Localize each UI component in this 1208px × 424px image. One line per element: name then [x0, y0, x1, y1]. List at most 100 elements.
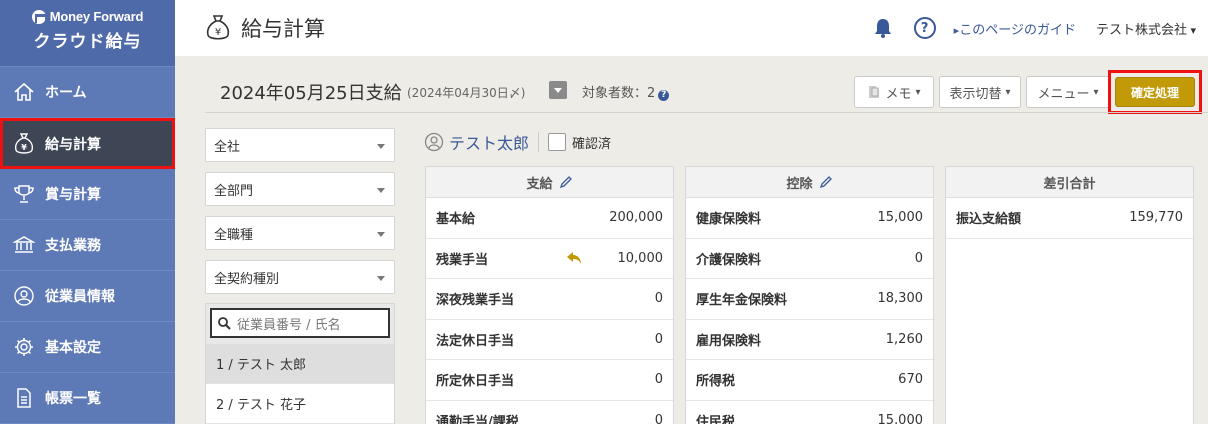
- net-total-table: 差引合計 振込支給額 159,770: [945, 166, 1194, 424]
- deductions-table: 控除 健康保険料 15,000 介護保険料 0 厚生年金保険料 18,300 雇用保険…: [685, 166, 934, 424]
- sidebar-item-payroll[interactable]: ¥ 給与計算: [0, 118, 175, 169]
- target-count-label: 対象者数：2: [582, 86, 656, 101]
- table-row: 法定休日手当 0: [426, 320, 673, 360]
- row-label: 所得税: [696, 374, 736, 390]
- sidebar-item-label: ホーム: [45, 85, 87, 101]
- trophy-icon: [12, 182, 36, 206]
- row-value[interactable]: 200,000: [609, 210, 663, 225]
- row-label: 健康保険料: [696, 212, 762, 228]
- table-row: 雇用保険料 1,260: [686, 320, 933, 360]
- employee-header: テスト太郎 確認済: [424, 130, 611, 154]
- row-value[interactable]: 0: [915, 251, 923, 266]
- row-label: 所定休日手当: [436, 374, 515, 390]
- payday-dropdown-button[interactable]: [549, 81, 567, 99]
- table-row: 通勤手当/課税 0: [426, 401, 673, 424]
- confirmed-checkbox[interactable]: [548, 133, 567, 151]
- row-value[interactable]: 0: [655, 413, 663, 424]
- table-row: 介護保険料 0: [686, 239, 933, 279]
- table-row: 所得税 670: [686, 360, 933, 401]
- money-bag-icon: ¥: [12, 132, 36, 156]
- employee-list-item[interactable]: 1 / テスト 太郎: [206, 344, 394, 384]
- payday-bar: 2024年05月25日支給 (2024年04月30日〆) 対象者数：2? メモ …: [175, 56, 1208, 124]
- table-row: 厚生年金保険料 18,300: [686, 279, 933, 320]
- display-toggle-button[interactable]: 表示切替: [939, 76, 1021, 108]
- row-value[interactable]: 1,260: [886, 332, 923, 347]
- search-icon: [218, 316, 231, 330]
- net-title: 差引合計: [1043, 176, 1096, 192]
- row-value[interactable]: 15,000: [878, 413, 924, 424]
- row-label: 住民税: [696, 414, 736, 424]
- top-header: ¥ 給与計算 ? このページのガイド テスト株式会社: [175, 0, 1208, 56]
- sidebar-item-reports[interactable]: 帳票一覧: [0, 373, 175, 424]
- employee-list: 従業員番号 / 氏名 1 / テスト 太郎 2 / テスト 花子: [205, 303, 395, 424]
- sidebar-item-home[interactable]: ホーム: [0, 67, 175, 118]
- table-row: 健康保険料 15,000: [686, 198, 933, 239]
- deductions-title: 控除: [786, 176, 813, 192]
- row-value[interactable]: 10,000: [618, 251, 664, 266]
- row-label: 残業手当: [436, 252, 489, 268]
- sidebar-item-settings[interactable]: 基本設定: [0, 322, 175, 373]
- money-forward-logo-icon: [31, 9, 47, 24]
- table-row: 基本給 200,000: [426, 198, 673, 239]
- document-icon: [12, 386, 36, 410]
- row-label: 深夜残業手当: [436, 293, 515, 309]
- payments-table: 支給 基本給 200,000 残業手当 10,000 深夜残業手当 0 法定休日手当…: [425, 166, 674, 424]
- sidebar-item-payments[interactable]: 支払業務: [0, 220, 175, 271]
- sidebar-item-bonus[interactable]: 賞与計算: [0, 169, 175, 220]
- sidebar-item-label: 帳票一覧: [45, 391, 101, 407]
- employee-name[interactable]: テスト太郎: [449, 130, 529, 154]
- row-label: 振込支給額: [956, 212, 1022, 228]
- employee-search-input[interactable]: 従業員番号 / 氏名: [210, 308, 390, 338]
- bank-icon: [12, 233, 36, 257]
- confirm-highlight: 確定処理: [1108, 70, 1202, 114]
- search-wrapper: 従業員番号 / 氏名: [206, 304, 394, 344]
- menu-button[interactable]: メニュー: [1026, 76, 1110, 108]
- search-placeholder: 従業員番号 / 氏名: [237, 317, 341, 333]
- bell-icon[interactable]: [874, 18, 892, 38]
- help-icon[interactable]: ?: [658, 90, 670, 101]
- table-row: 振込支給額 159,770: [946, 198, 1193, 239]
- department-filter-select[interactable]: 全部門: [205, 172, 395, 206]
- company-filter-select[interactable]: 全社: [205, 128, 395, 162]
- sidebar-item-label: 従業員情報: [45, 289, 115, 305]
- confirm-process-button[interactable]: 確定処理: [1115, 77, 1195, 107]
- net-header: 差引合計: [946, 167, 1193, 198]
- row-value[interactable]: 670: [898, 372, 923, 387]
- contract-filter-select[interactable]: 全契約種別: [205, 260, 395, 294]
- employee-list-item[interactable]: 2 / テスト 花子: [206, 384, 394, 424]
- row-value[interactable]: 15,000: [878, 210, 924, 225]
- company-selector[interactable]: テスト株式会社: [1096, 19, 1196, 38]
- sidebar-item-employees[interactable]: 従業員情報: [0, 271, 175, 322]
- row-value[interactable]: 0: [655, 291, 663, 306]
- person-icon: [424, 132, 444, 152]
- job-filter-select[interactable]: 全職種: [205, 216, 395, 250]
- closing-date: (2024年04月30日〆): [407, 86, 526, 100]
- confirmed-label: 確認済: [572, 136, 612, 152]
- sidebar-item-label: 基本設定: [45, 340, 101, 356]
- table-row: 所定休日手当 0: [426, 360, 673, 401]
- row-value[interactable]: 0: [655, 332, 663, 347]
- deductions-header: 控除: [686, 167, 933, 198]
- row-label: 基本給: [436, 212, 476, 228]
- page-title: 給与計算: [241, 17, 325, 41]
- display-toggle-label: 表示切替: [949, 86, 1002, 102]
- page-guide-link[interactable]: このページのガイド: [954, 19, 1076, 38]
- row-label: 法定休日手当: [436, 333, 515, 349]
- person-icon: [12, 284, 36, 308]
- pencil-icon[interactable]: [819, 175, 833, 189]
- memo-button[interactable]: メモ: [854, 76, 934, 108]
- help-icon[interactable]: ?: [913, 17, 936, 39]
- pencil-icon[interactable]: [559, 175, 573, 189]
- payments-title: 支給: [526, 176, 553, 192]
- row-value[interactable]: 18,300: [878, 291, 924, 306]
- sidebar-item-label: 賞与計算: [45, 187, 101, 203]
- row-label: 通勤手当/課税: [436, 414, 519, 424]
- table-row: 住民税 15,000: [686, 401, 933, 424]
- table-row: 残業手当 10,000: [426, 239, 673, 279]
- memo-icon: [869, 86, 880, 98]
- svg-text:¥: ¥: [215, 27, 221, 38]
- row-value[interactable]: 0: [655, 372, 663, 387]
- table-row: 深夜残業手当 0: [426, 279, 673, 320]
- brand-logo[interactable]: Money Forward クラウド給与: [0, 0, 175, 67]
- reply-arrow-icon[interactable]: [566, 251, 582, 265]
